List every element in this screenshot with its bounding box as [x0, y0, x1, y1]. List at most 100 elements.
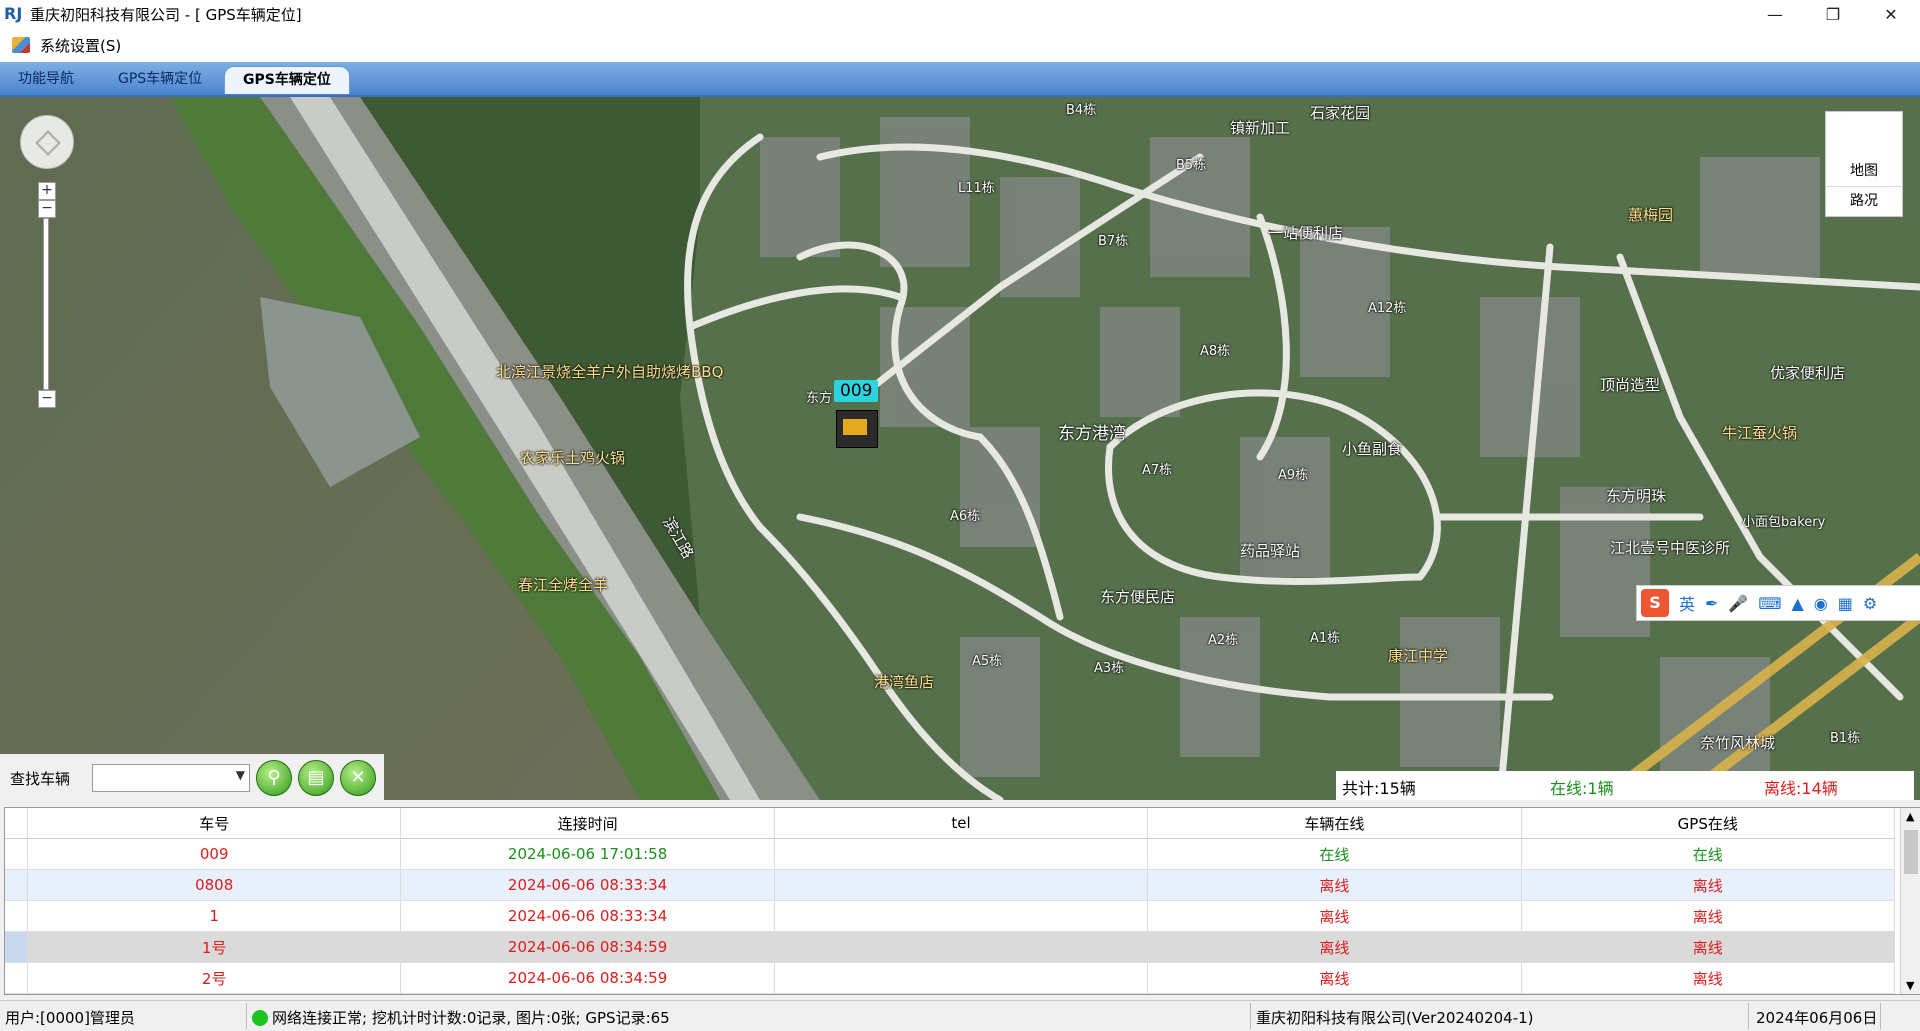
table-row[interactable]: 009 2024-06-06 17:01:58 在线 在线: [5, 838, 1896, 870]
tab-gps-positioning[interactable]: GPS车辆定位: [108, 66, 212, 93]
map-type-switcher: 地图 路况: [1825, 111, 1903, 217]
map-type-traffic-button[interactable]: 路况: [1826, 186, 1902, 215]
vehicle-marker-label[interactable]: 009: [834, 380, 879, 402]
column-header[interactable]: 连接时间: [400, 808, 775, 839]
map-type-map-button[interactable]: 地图: [1826, 160, 1902, 180]
gps-online: 在线: [1521, 838, 1896, 870]
zoom-slider[interactable]: [43, 218, 49, 390]
status-network-text: 网络连接正常; 挖机计时计数:0记录, 图片:0张; GPS记录:65: [272, 1009, 670, 1027]
satellite-map[interactable]: + − − 地图 路况 石家花园 镇新加工 B4栋 B5栋 L11栋 B7栋 一…: [0, 97, 1920, 800]
ime-toolbar: S 英 ✒ 🎤 ⌨ ▲ ◉ ▦ ⚙: [1636, 585, 1920, 621]
doc-icon[interactable]: ▤: [298, 760, 334, 796]
row-header[interactable]: [5, 869, 28, 901]
zoom-control: + − −: [38, 182, 56, 408]
gps-online: 离线: [1521, 869, 1896, 901]
zoom-out-button[interactable]: −: [38, 390, 56, 408]
map-label: A6栋: [950, 509, 981, 524]
map-label: 康江中学: [1388, 647, 1449, 665]
stats-offline: 离线:14辆: [1764, 779, 1838, 798]
row-header[interactable]: [5, 900, 28, 932]
vehicle-online: 离线: [1147, 900, 1522, 932]
pen-icon[interactable]: ✒: [1705, 594, 1718, 613]
map-label: B7栋: [1098, 234, 1129, 249]
row-header[interactable]: [5, 962, 28, 994]
column-header[interactable]: 车辆在线: [1147, 808, 1522, 839]
sogou-logo-icon[interactable]: S: [1641, 589, 1669, 617]
connect-time: 2024-06-06 08:33:34: [400, 900, 775, 932]
zoom-out-top-button[interactable]: −: [38, 200, 56, 218]
table-header: 车号 连接时间 tel 车辆在线 GPS在线: [5, 808, 1896, 839]
map-label: 北滨江景烧全羊户外自助烧烤BBQ: [496, 363, 724, 381]
grid-icon[interactable]: ▦: [1838, 594, 1853, 613]
table-scrollbar[interactable]: ▲ ▼: [1900, 808, 1920, 994]
tel: [774, 962, 1149, 994]
close-icon[interactable]: ✕: [1862, 0, 1920, 28]
column-header[interactable]: 车号: [27, 808, 402, 839]
game-icon[interactable]: ◉: [1814, 594, 1828, 613]
table-row[interactable]: 1 2024-06-06 08:33:34 离线 离线: [5, 900, 1896, 932]
tab-gps-positioning-active[interactable]: GPS车辆定位: [224, 66, 350, 94]
tab-function-nav[interactable]: 功能导航: [8, 66, 84, 93]
status-network: 网络连接正常; 挖机计时计数:0记录, 图片:0张; GPS记录:65: [252, 1007, 670, 1028]
settings-icon[interactable]: ⚙: [1863, 594, 1877, 613]
map-label: A12栋: [1368, 301, 1407, 316]
pan-control[interactable]: [20, 115, 74, 169]
minimize-icon[interactable]: —: [1746, 0, 1804, 28]
column-header[interactable]: GPS在线: [1521, 808, 1896, 839]
map-label: 药品驿站: [1240, 542, 1301, 560]
search-label: 查找车辆: [10, 770, 71, 788]
vehicle-table: 车号 连接时间 tel 车辆在线 GPS在线 009 2024-06-06 17…: [4, 807, 1920, 995]
menu-system-settings[interactable]: 系统设置(S): [40, 35, 121, 56]
map-label: 蕙梅园: [1628, 206, 1674, 224]
zoom-in-button[interactable]: +: [38, 182, 56, 200]
table-row[interactable]: 2号 2024-06-06 08:34:59 离线 离线: [5, 962, 1896, 994]
table-row[interactable]: 1号 2024-06-06 08:34:59 离线 离线: [5, 931, 1896, 963]
map-label: 一站便利店: [1268, 224, 1344, 242]
settings-menu-icon: [12, 37, 30, 53]
connect-time: 2024-06-06 08:34:59: [400, 962, 775, 994]
vehicle-online: 离线: [1147, 931, 1522, 963]
ime-lang-toggle[interactable]: 英: [1679, 591, 1695, 615]
map-label: B1栋: [1830, 731, 1861, 746]
status-company: 重庆初阳科技有限公司(Ver20240204-1): [1256, 1009, 1534, 1027]
map-label: A9栋: [1278, 468, 1309, 483]
search-icon[interactable]: ⚲: [256, 760, 292, 796]
scroll-thumb[interactable]: [1904, 830, 1918, 874]
map-label: A7栋: [1142, 463, 1173, 478]
status-date: 2024年06月06日: [1756, 1009, 1878, 1027]
restore-icon[interactable]: ❐: [1804, 0, 1862, 28]
chevron-down-icon[interactable]: ▼: [236, 768, 245, 782]
clear-icon[interactable]: ✕: [340, 760, 376, 796]
shirt-icon[interactable]: ▲: [1791, 594, 1803, 613]
map-label: 东方便民店: [1100, 588, 1176, 606]
row-header[interactable]: [5, 931, 28, 963]
gps-online: 离线: [1521, 931, 1896, 963]
keyboard-icon[interactable]: ⌨: [1758, 594, 1781, 613]
map-label: 东方: [806, 391, 833, 406]
map-label: 东方港湾: [1058, 424, 1126, 444]
table-row[interactable]: 0808 2024-06-06 08:33:34 离线 离线: [5, 869, 1896, 901]
tel: [774, 931, 1149, 963]
map-label: 东方明珠: [1606, 487, 1667, 505]
map-label: 小面包bakery: [1742, 515, 1826, 530]
column-header[interactable]: tel: [774, 808, 1149, 839]
row-header[interactable]: [5, 838, 28, 870]
title-bar: RJ 重庆初阳科技有限公司 - [ GPS车辆定位] — ❐ ✕: [0, 0, 1920, 28]
window-title: 重庆初阳科技有限公司 - [ GPS车辆定位]: [30, 5, 302, 24]
excavator-icon[interactable]: [836, 410, 878, 448]
scroll-up-icon[interactable]: ▲: [1906, 810, 1914, 823]
scroll-down-icon[interactable]: ▼: [1906, 979, 1914, 992]
map-label: 牛江蚕火锅: [1722, 424, 1798, 442]
connect-time: 2024-06-06 08:33:34: [400, 869, 775, 901]
car-number: 0808: [27, 869, 402, 901]
map-label: 江北壹号中医诊所: [1610, 539, 1731, 557]
map-label: A2栋: [1208, 633, 1239, 648]
map-imagery: [0, 97, 1920, 800]
connect-time: 2024-06-06 17:01:58: [400, 838, 775, 870]
map-label: 农家乐土鸡火锅: [520, 449, 626, 467]
vehicle-select[interactable]: ▼: [92, 764, 250, 792]
vehicle-online: 在线: [1147, 838, 1522, 870]
tel: [774, 869, 1149, 901]
map-label: 石家花园: [1310, 104, 1371, 122]
mic-icon[interactable]: 🎤: [1728, 594, 1748, 613]
